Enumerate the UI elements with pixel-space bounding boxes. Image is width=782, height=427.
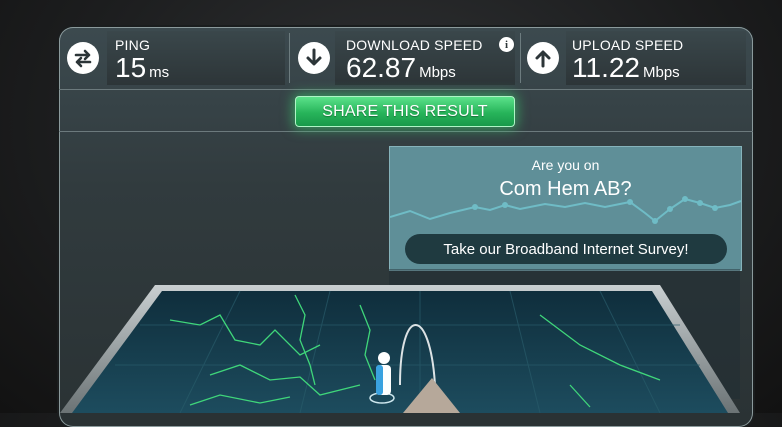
download-metric: DOWNLOAD SPEED i 62.87 Mbps <box>290 27 520 89</box>
ping-value-wrap: 15 ms <box>115 52 169 84</box>
survey-cta-button[interactable]: Take our Broadband Internet Survey! <box>405 234 727 264</box>
download-label: DOWNLOAD SPEED <box>346 37 483 53</box>
upload-metric: UPLOAD SPEED 11.22 Mbps <box>521 27 753 89</box>
info-icon[interactable]: i <box>499 37 514 52</box>
ping-label: PING <box>115 37 151 53</box>
ping-value: 15 <box>115 52 147 83</box>
ping-unit: ms <box>149 64 170 81</box>
download-unit: Mbps <box>419 64 456 81</box>
share-result-button[interactable]: SHARE THIS RESULT <box>295 96 515 127</box>
upload-value-wrap: 11.22 Mbps <box>572 52 680 84</box>
swap-arrows-icon <box>67 42 99 74</box>
metrics-bar: PING 15 ms DOWNLOAD SPEED i 62.87 Mbps U… <box>59 27 753 90</box>
ping-metric: PING 15 ms <box>59 27 289 89</box>
isp-survey-box[interactable]: Are you on Com Hem AB? Take our Broadban… <box>389 146 742 271</box>
map-stage <box>60 285 740 413</box>
arrow-down-icon <box>298 42 330 74</box>
arrow-up-icon <box>527 42 559 74</box>
survey-question: Are you on <box>531 157 600 173</box>
upload-value: 11.22 <box>572 52 640 83</box>
survey-isp-name: Com Hem AB? <box>499 178 632 200</box>
share-row: SHARE THIS RESULT <box>59 89 753 132</box>
upload-unit: Mbps <box>643 64 680 81</box>
download-value: 62.87 <box>346 52 417 83</box>
upload-label: UPLOAD SPEED <box>572 37 684 53</box>
download-value-wrap: 62.87 Mbps <box>346 52 456 84</box>
